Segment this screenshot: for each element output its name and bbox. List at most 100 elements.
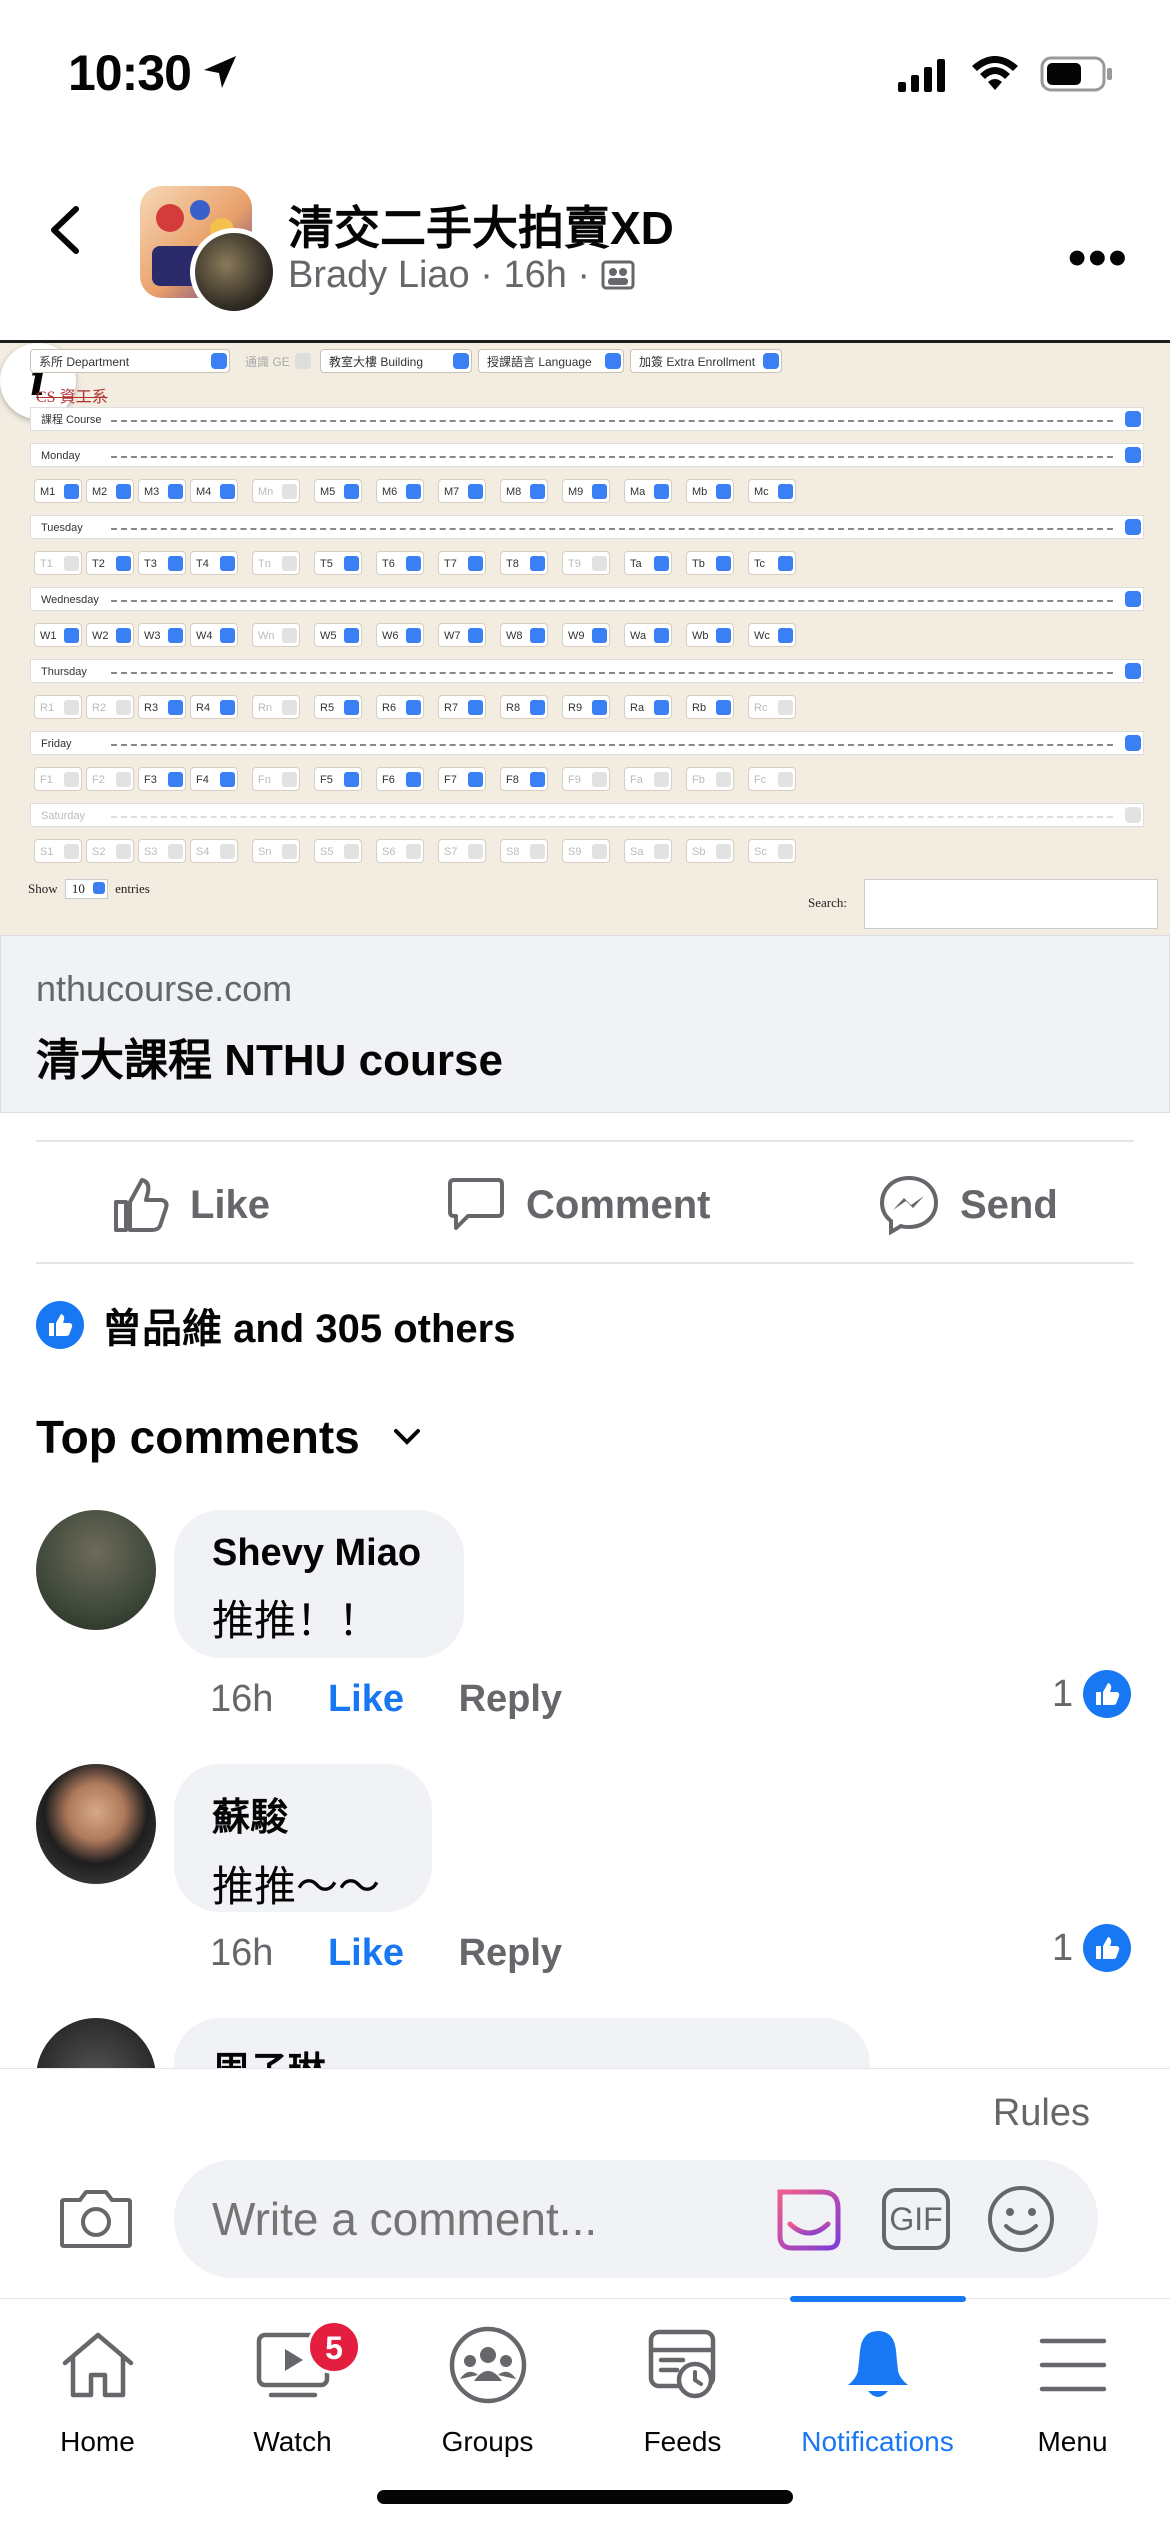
home-icon — [62, 2332, 133, 2398]
tab-menu[interactable]: Menu — [975, 2320, 1170, 2458]
slot-select: F4 — [190, 767, 238, 791]
slot-select: F5 — [314, 767, 362, 791]
avatar-sticker-icon[interactable] — [772, 2184, 846, 2254]
ge-select: 通識 GE — [236, 349, 314, 373]
like-reaction-icon — [1083, 1670, 1132, 1718]
meta-separator: · — [480, 254, 504, 296]
tuesday-row: Tuesday — [30, 515, 1144, 539]
slot-select: Tn — [252, 551, 300, 575]
slot-select: S9 — [562, 839, 610, 863]
tab-feeds[interactable]: Feeds — [585, 2320, 780, 2458]
comment-reply-button[interactable]: Reply — [459, 1678, 562, 1720]
comment-time[interactable]: 16h — [210, 1932, 273, 1974]
comment-bubble: Shevy Miao 推推！！ — [174, 1510, 464, 1658]
slot-select: Wn — [252, 623, 300, 647]
author-name[interactable]: Brady Liao — [288, 254, 470, 296]
slot-select: F7 — [438, 767, 486, 791]
comment-meta: 16h Like Reply — [210, 1678, 562, 1721]
like-button[interactable]: Like — [112, 1170, 270, 1240]
like-reaction-icon — [1083, 1924, 1132, 1972]
commenter-avatar[interactable] — [36, 1510, 156, 1630]
comment-reply-button[interactable]: Reply — [459, 1932, 562, 1974]
comment-input[interactable] — [212, 2192, 732, 2246]
slot-select: T3 — [138, 551, 186, 575]
tab-home[interactable]: Home — [0, 2320, 195, 2458]
gif-button[interactable]: GIF — [882, 2188, 950, 2250]
wifi-icon — [972, 56, 1018, 90]
link-domain: nthucourse.com — [36, 968, 293, 1009]
comment-like-button[interactable]: Like — [328, 1678, 404, 1720]
slot-select: Tb — [686, 551, 734, 575]
slot-select: M8 — [500, 479, 548, 503]
slot-select: S8 — [500, 839, 548, 863]
slot-select: Sn — [252, 839, 300, 863]
post-time[interactable]: 16h — [503, 254, 566, 296]
slot-select: R2 — [86, 695, 134, 719]
slot-select: Ra — [624, 695, 672, 719]
link-title[interactable]: 清大課程 NTHU course — [36, 1024, 503, 1088]
enrollment-select: 加簽 Extra Enrollment — [630, 349, 782, 373]
link-preview-image[interactable]: 系所 Department 通識 GE 教室大樓 Building 授課語言 L… — [0, 340, 1170, 938]
slot-select: Wa — [624, 623, 672, 647]
rules-link[interactable]: Rules — [993, 2092, 1090, 2135]
slot-select: W4 — [190, 623, 238, 647]
thumbs-up-icon — [114, 1178, 169, 1232]
comment-like-count[interactable]: 1 — [1052, 1670, 1132, 1718]
slot-select: Rn — [252, 695, 300, 719]
comment-like-count[interactable]: 1 — [1052, 1924, 1132, 1972]
slot-select: S6 — [376, 839, 424, 863]
comment-like-count-value: 1 — [1052, 1926, 1074, 1969]
slot-select: Wb — [686, 623, 734, 647]
slot-select: Fa — [624, 767, 672, 791]
send-label: Send — [960, 1182, 1058, 1227]
comment-like-button[interactable]: Like — [328, 1932, 404, 1974]
tab-groups[interactable]: Groups — [390, 2320, 585, 2458]
slot-select: Fc — [748, 767, 796, 791]
comment-bubble-icon — [448, 1178, 504, 1230]
chevron-down-icon — [393, 1429, 420, 1445]
groups-icon — [449, 2326, 526, 2404]
comment-button[interactable]: Comment — [446, 1170, 710, 1240]
comment-label: Comment — [526, 1182, 711, 1227]
slot-select: Sc — [748, 839, 796, 863]
top-comments-label: Top comments — [36, 1411, 360, 1463]
more-options-button[interactable]: ••• — [1068, 228, 1129, 288]
comment-text: 推推～～ — [212, 1863, 381, 1910]
reactions-summary[interactable]: 曾品維 and 305 others — [36, 1296, 515, 1354]
slot-select: M9 — [562, 479, 610, 503]
slot-select: Ta — [624, 551, 672, 575]
group-name[interactable]: 清交二手大拍賣XD — [288, 192, 674, 258]
send-button[interactable]: Send — [878, 1170, 1058, 1240]
slot-select: Sa — [624, 839, 672, 863]
building-select: 教室大樓 Building — [320, 349, 472, 373]
location-arrow-icon — [204, 56, 236, 88]
comment-time[interactable]: 16h — [210, 1678, 273, 1720]
tab-watch[interactable]: 5 Watch — [195, 2320, 390, 2458]
slot-select: T1 — [34, 551, 82, 575]
comment-text: 推推！！ — [212, 1597, 381, 1644]
search-label: Search: — [808, 895, 847, 910]
slot-select: T8 — [500, 551, 548, 575]
divider — [36, 1262, 1134, 1264]
saturday-row: Saturday — [30, 803, 1144, 827]
author-avatar[interactable] — [190, 228, 278, 316]
slot-select: R3 — [138, 695, 186, 719]
slot-select: W8 — [500, 623, 548, 647]
department-value: CS 資工系 — [36, 389, 108, 406]
slot-select: R8 — [500, 695, 548, 719]
emoji-icon[interactable] — [986, 2184, 1056, 2254]
slot-select: Tc — [748, 551, 796, 575]
commenter-name[interactable]: 蘇駿 — [212, 1786, 394, 1841]
back-chevron-icon[interactable] — [46, 205, 82, 255]
slot-select: W2 — [86, 623, 134, 647]
status-time: 10:30 — [68, 45, 192, 101]
tab-notifications[interactable]: Notifications — [780, 2320, 975, 2458]
commenter-name[interactable]: Shevy Miao — [212, 1532, 426, 1575]
commenter-avatar[interactable] — [36, 1764, 156, 1884]
slot-select: T2 — [86, 551, 134, 575]
thursday-row: Thursday — [30, 659, 1144, 683]
wednesday-row: Wednesday — [30, 587, 1144, 611]
top-comments-filter[interactable]: Top comments — [36, 1410, 424, 1464]
camera-icon[interactable] — [58, 2186, 134, 2250]
home-indicator — [377, 2490, 793, 2504]
